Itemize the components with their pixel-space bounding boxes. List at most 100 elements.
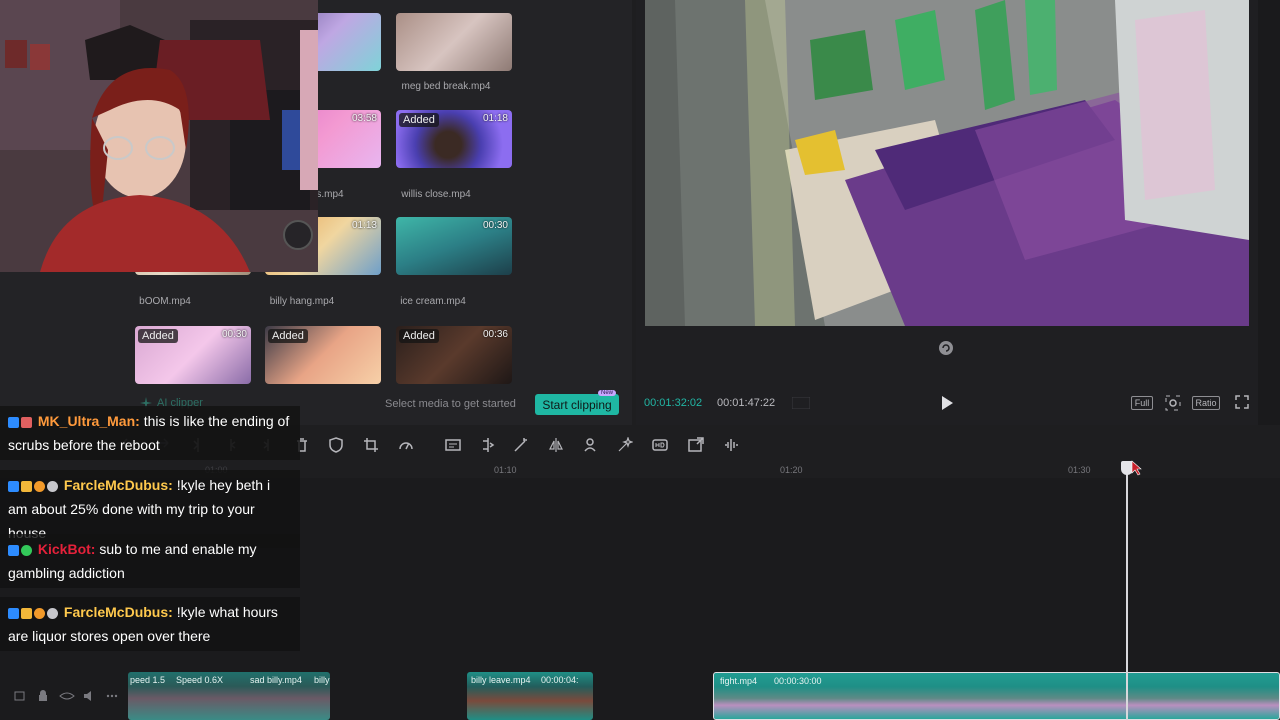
chat-message: FarcleMcDubus: !kyle what hours are liqu… [0,597,300,651]
gear-badge-icon [21,544,32,556]
enhance-icon[interactable] [617,437,633,453]
audio-beat-icon[interactable] [723,437,739,453]
media-name: bOOM.mp4 [139,296,191,307]
added-badge: Added [399,329,439,343]
crop-icon[interactable] [363,437,379,453]
preview-video[interactable] [645,0,1249,326]
media-duration: 03:58 [351,113,377,124]
start-clipping-button[interactable]: Start clipping [535,394,619,415]
sub-badge-icon [21,416,32,428]
shield-icon[interactable] [328,437,344,453]
export-frame-icon[interactable] [688,437,704,453]
chat-message: KickBot: sub to me and enable my gamblin… [0,534,300,588]
media-name: willis close.mp4 [401,189,471,200]
timeline-clip[interactable]: billy leave.mp4 00:00:04: [467,672,593,720]
media-thumbnail-ice-cream[interactable]: 00:30 [396,217,512,275]
track-controls [14,689,122,703]
refresh-icon[interactable] [937,339,955,357]
tick-label: 01:20 [780,465,803,475]
person-effect-icon[interactable] [583,437,599,453]
chat-username: KickBot: [37,541,96,557]
preview-frame [645,0,1249,326]
alert-badge-icon [34,480,45,492]
freeze-icon[interactable] [480,437,496,453]
clip-label: fight.mp4 [720,676,758,686]
verified-icon [8,416,19,428]
full-label: Full [1134,398,1150,408]
moon-icon [47,607,58,619]
media-name: billy hang.mp4 [269,296,335,307]
crown-icon [21,480,32,492]
crown-icon [21,607,32,619]
timeline-clip-selected[interactable]: fight.mp4 00:00:30:00 [713,672,1280,720]
speed-icon[interactable] [398,437,414,453]
added-badge: Added [399,113,439,127]
clip-label: sad billy.mp4 [250,675,302,685]
chat-badges [8,607,58,619]
properties-panel-edge [1258,0,1280,425]
moon-icon [47,480,58,492]
media-duration: 00:30 [221,329,247,340]
alert-badge-icon [34,607,45,619]
current-timecode: 00:01:32:02 [644,397,703,409]
grid-icon[interactable] [791,396,811,410]
media-thumbnail-meg-bed-break[interactable] [396,13,512,71]
cursor-icon [1131,460,1142,476]
clip-editor-window: meg bed break.mp4 03:58 s.mp4 Added 01:1… [0,0,1280,720]
ratio-button[interactable]: Ratio [1192,396,1220,410]
snapshot-icon[interactable] [1164,394,1182,412]
tick-label: 01:30 [1068,465,1091,475]
new-tag: New [598,390,617,396]
chat-badges [8,416,32,428]
more-icon[interactable] [106,694,110,698]
volume-icon[interactable] [84,691,91,701]
select-media-hint: Select media to get started [385,398,516,410]
play-icon [942,396,953,410]
verified-icon [8,544,19,556]
media-thumbnail-8[interactable]: Added [265,326,381,384]
fullscreen-icon[interactable] [1234,394,1250,410]
webcam-image [0,0,318,272]
chat-username: FarcleMcDubus: [63,477,173,493]
streamer-webcam-overlay [0,0,318,272]
clip-label: peed 1.5 [130,675,166,685]
tick-label: 01:10 [494,465,517,475]
verified-icon [8,607,19,619]
mirror-icon[interactable] [548,437,564,453]
caption-icon[interactable] [445,437,461,453]
added-badge: Added [138,329,178,343]
ratio-label: Ratio [1195,398,1217,408]
clip-label: billy [314,675,330,685]
lock-icon[interactable] [39,690,47,701]
eye-icon[interactable] [59,692,75,700]
clip-label: billy leave.mp4 [471,675,531,685]
magic-wand-icon[interactable] [513,437,529,453]
full-button[interactable]: Full [1131,396,1153,410]
hd-icon[interactable] [652,437,668,453]
media-thumbnail-9[interactable]: Added 00:36 [396,326,512,384]
chat-username: MK_Ultra_Man: [37,413,140,429]
track-cover-icon[interactable] [14,691,25,701]
preview-panel: 00:01:32:02 00:01:47:22 Full Ratio [636,0,1258,425]
play-button[interactable] [938,395,956,411]
media-thumbnail-7[interactable]: Added 00:30 [135,326,251,384]
added-badge: Added [268,329,308,343]
clip-duration: 00:00:30:00 [774,676,822,686]
media-name: meg bed break.mp4 [401,81,491,92]
media-duration: 00:30 [482,220,508,231]
chat-username: FarcleMcDubus: [63,604,173,620]
media-duration: 01:13 [351,220,377,231]
total-timecode: 00:01:47:22 [717,397,776,409]
chat-badges [8,480,58,492]
media-duration: 01:18 [482,113,508,124]
media-name: ice cream.mp4 [400,296,466,307]
clip-duration: 00:00:04: [541,675,579,685]
media-duration: 00:36 [482,329,508,340]
playhead[interactable] [1126,468,1128,720]
media-thumbnail-willis-close[interactable]: Added 01:18 [396,110,512,168]
timeline-clip[interactable]: peed 1.5 Speed 0.6X sad billy.mp4 billy [128,672,330,720]
chat-badges [8,544,32,556]
verified-icon [8,480,19,492]
chat-message: MK_Ultra_Man: this is like the ending of… [0,406,300,460]
clip-label: Speed 0.6X [176,675,224,685]
